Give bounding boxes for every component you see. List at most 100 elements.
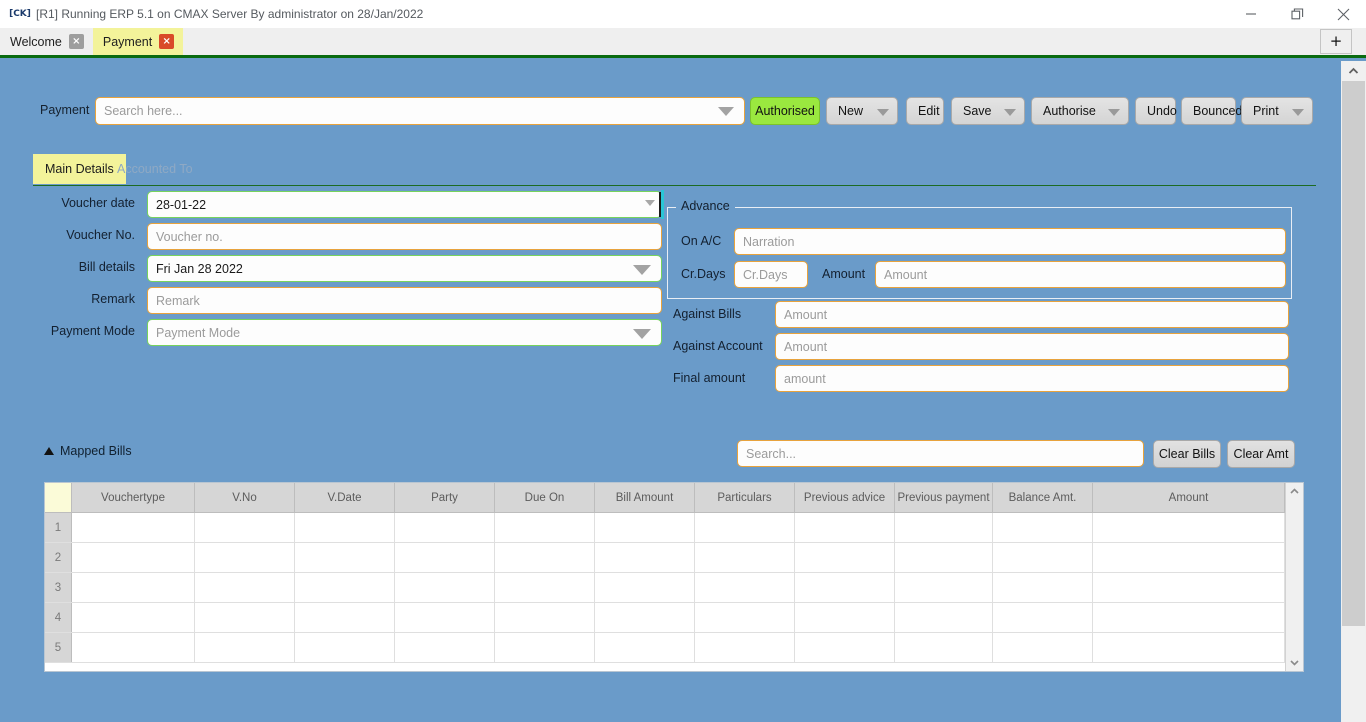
- table-cell[interactable]: [795, 633, 895, 662]
- chevron-down-icon[interactable]: [645, 200, 655, 206]
- close-icon[interactable]: [1320, 0, 1366, 28]
- table-cell[interactable]: [695, 513, 795, 542]
- grid-column-header[interactable]: Balance Amt.: [993, 483, 1093, 512]
- table-cell[interactable]: [595, 573, 695, 602]
- table-cell[interactable]: [72, 543, 195, 572]
- grid-column-header[interactable]: Party: [395, 483, 495, 512]
- field-input[interactable]: Remark: [147, 287, 662, 314]
- advance-amount-input[interactable]: Amount: [875, 261, 1286, 288]
- field-input[interactable]: Fri Jan 28 2022: [147, 255, 662, 282]
- table-cell[interactable]: [595, 513, 695, 542]
- cr-days-input[interactable]: Cr.Days: [734, 261, 808, 288]
- chevron-down-icon[interactable]: [1292, 109, 1304, 116]
- table-row[interactable]: 3: [45, 573, 1303, 603]
- grid-column-header[interactable]: [45, 483, 72, 512]
- table-cell[interactable]: [795, 603, 895, 632]
- table-cell[interactable]: [495, 603, 595, 632]
- field-input[interactable]: Amount: [775, 301, 1289, 328]
- table-cell[interactable]: [72, 633, 195, 662]
- table-cell[interactable]: [195, 513, 295, 542]
- grid-column-header[interactable]: Previous payment: [895, 483, 993, 512]
- field-input[interactable]: Voucher no.: [147, 223, 662, 250]
- table-cell[interactable]: [1093, 543, 1285, 572]
- table-cell[interactable]: [72, 573, 195, 602]
- grid-column-header[interactable]: Amount: [1093, 483, 1285, 512]
- tab-accounted-to[interactable]: Accounted To: [105, 154, 205, 184]
- table-cell[interactable]: [695, 633, 795, 662]
- table-cell[interactable]: [295, 573, 395, 602]
- toolbar-authorised-button[interactable]: Authorised: [750, 97, 820, 125]
- toolbar-new-button[interactable]: New: [826, 97, 898, 125]
- page-scroll-up-icon[interactable]: [1341, 61, 1366, 81]
- mapped-bills-header[interactable]: Mapped Bills: [44, 444, 132, 458]
- field-input[interactable]: Payment Mode: [147, 319, 662, 346]
- table-cell[interactable]: [395, 633, 495, 662]
- grid-column-header[interactable]: Bill Amount: [595, 483, 695, 512]
- table-cell[interactable]: [993, 603, 1093, 632]
- table-cell[interactable]: [395, 573, 495, 602]
- table-cell[interactable]: [695, 573, 795, 602]
- table-cell[interactable]: [993, 513, 1093, 542]
- table-cell[interactable]: [695, 603, 795, 632]
- toolbar-undo-button[interactable]: Undo: [1135, 97, 1176, 125]
- field-input[interactable]: 28-01-22: [147, 191, 662, 218]
- on-ac-input[interactable]: Narration: [734, 228, 1286, 255]
- table-cell[interactable]: [295, 603, 395, 632]
- table-row[interactable]: 2: [45, 543, 1303, 573]
- grid-column-header[interactable]: V.Date: [295, 483, 395, 512]
- table-cell[interactable]: [72, 513, 195, 542]
- table-cell[interactable]: [1093, 513, 1285, 542]
- chevron-down-icon[interactable]: [1004, 109, 1016, 116]
- table-cell[interactable]: [795, 513, 895, 542]
- grid-column-header[interactable]: V.No: [195, 483, 295, 512]
- chevron-down-icon[interactable]: [633, 329, 651, 339]
- page-vertical-scrollbar[interactable]: [1341, 61, 1366, 722]
- table-row[interactable]: 5: [45, 633, 1303, 663]
- table-cell[interactable]: [993, 633, 1093, 662]
- table-cell[interactable]: [895, 633, 993, 662]
- table-cell[interactable]: [295, 543, 395, 572]
- grid-column-header[interactable]: Previous advice: [795, 483, 895, 512]
- table-cell[interactable]: [395, 603, 495, 632]
- table-cell[interactable]: [195, 633, 295, 662]
- table-cell[interactable]: [595, 603, 695, 632]
- toolbar-edit-button[interactable]: Edit: [906, 97, 944, 125]
- grid-column-header[interactable]: Vouchertype: [72, 483, 195, 512]
- chevron-down-icon[interactable]: [877, 109, 889, 116]
- table-cell[interactable]: [295, 513, 395, 542]
- restore-icon[interactable]: [1274, 0, 1320, 28]
- grid-scroll-up-icon[interactable]: [1286, 483, 1303, 500]
- grid-column-header[interactable]: Particulars: [695, 483, 795, 512]
- table-cell[interactable]: [795, 573, 895, 602]
- toolbar-authorise-button[interactable]: Authorise: [1031, 97, 1129, 125]
- table-cell[interactable]: [895, 513, 993, 542]
- table-cell[interactable]: [895, 543, 993, 572]
- table-cell[interactable]: [495, 573, 595, 602]
- table-row[interactable]: 4: [45, 603, 1303, 633]
- grid-scroll-down-icon[interactable]: [1286, 654, 1303, 671]
- chevron-down-icon[interactable]: [718, 107, 734, 116]
- chevron-down-icon[interactable]: [633, 265, 651, 275]
- tab-payment[interactable]: Payment ×: [93, 28, 183, 55]
- table-row[interactable]: 1: [45, 513, 1303, 543]
- table-cell[interactable]: [72, 603, 195, 632]
- table-cell[interactable]: [495, 543, 595, 572]
- table-cell[interactable]: [395, 543, 495, 572]
- toolbar-bounced-button[interactable]: Bounced: [1181, 97, 1236, 125]
- page-scroll-thumb[interactable]: [1342, 81, 1365, 626]
- clear-bills-button[interactable]: Clear Bills: [1153, 440, 1221, 468]
- new-tab-button[interactable]: +: [1320, 29, 1352, 54]
- search-input[interactable]: Search here...: [95, 97, 745, 125]
- table-cell[interactable]: [195, 543, 295, 572]
- field-input[interactable]: Amount: [775, 333, 1289, 360]
- table-cell[interactable]: [495, 513, 595, 542]
- table-cell[interactable]: [695, 543, 795, 572]
- table-cell[interactable]: [595, 633, 695, 662]
- table-cell[interactable]: [195, 603, 295, 632]
- table-cell[interactable]: [395, 513, 495, 542]
- table-cell[interactable]: [1093, 573, 1285, 602]
- toolbar-save-button[interactable]: Save: [951, 97, 1025, 125]
- tab-welcome[interactable]: Welcome ×: [0, 28, 93, 55]
- chevron-down-icon[interactable]: [1108, 109, 1120, 116]
- grid-search-input[interactable]: Search...: [737, 440, 1144, 467]
